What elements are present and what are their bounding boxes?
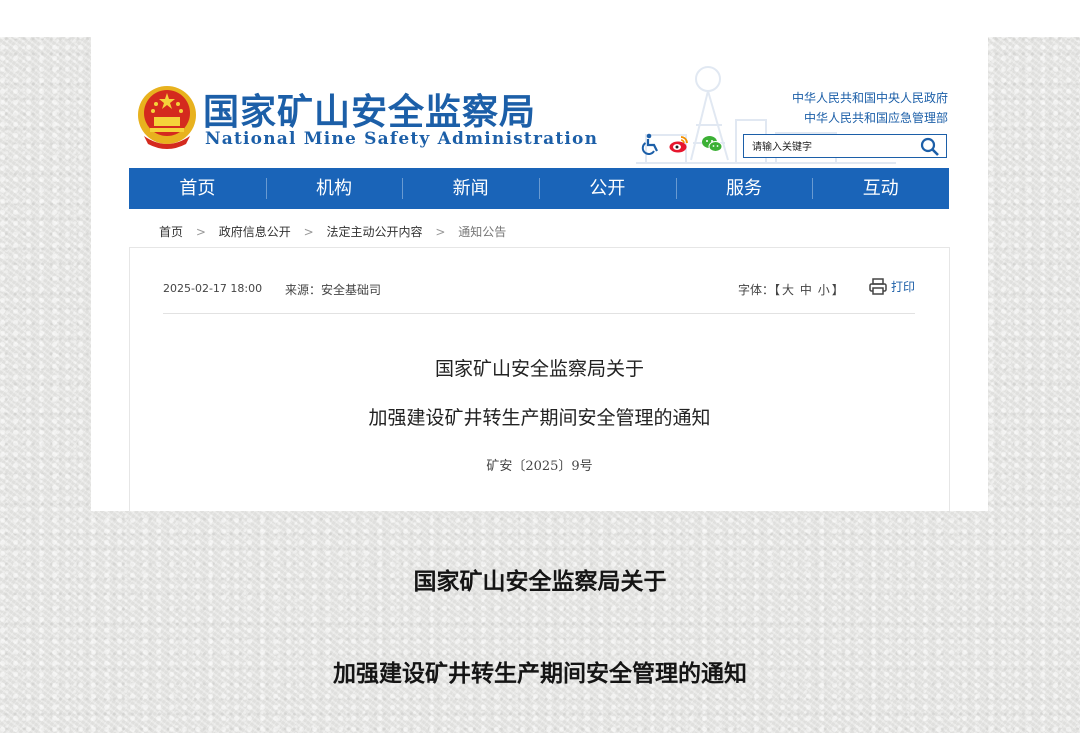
meta-divider (163, 313, 915, 314)
breadcrumb: 首页 > 政府信息公开 > 法定主动公开内容 > 通知公告 (159, 223, 506, 240)
font-size-end: 】 (831, 283, 844, 297)
top-strip (0, 0, 1080, 37)
caption-title-line2: 加强建设矿井转生产期间安全管理的通知 (333, 660, 747, 687)
print-label: 打印 (891, 280, 916, 294)
font-size-label: 字体：【 (738, 283, 781, 297)
breadcrumb-current[interactable]: 通知公告 (458, 223, 506, 240)
nav-interaction[interactable]: 互动 (812, 168, 949, 209)
national-emblem-logo (138, 86, 196, 149)
print-button[interactable]: 打印 (869, 278, 915, 295)
article-title-line1: 国家矿山安全监察局关于 (434, 358, 644, 380)
article-panel: 2025-02-17 18:00 来源：安全基础司 字体：【大 中 小】 打印 … (129, 247, 950, 511)
nav-organization[interactable]: 机构 (265, 168, 403, 209)
site-title-cn: 国家矿山安全监察局 (203, 91, 537, 133)
main-nav-bar: 首页 机构 新闻 公开 服务 互动 (129, 168, 949, 209)
printer-icon (869, 278, 887, 295)
breadcrumb-gov-info[interactable]: 政府信息公开 (219, 223, 291, 240)
caption-title-line1: 国家矿山安全监察局关于 (413, 568, 667, 595)
search-input[interactable] (744, 136, 917, 159)
document-number: 矿安〔2025〕9号 (486, 459, 593, 474)
search-box (743, 134, 947, 159)
breadcrumb-statutory[interactable]: 法定主动公开内容 (326, 223, 422, 240)
gov-link-central[interactable]: 中华人民共和国中央人民政府 (792, 89, 948, 106)
nav-disclosure[interactable]: 公开 (539, 168, 676, 209)
breadcrumb-home[interactable]: 首页 (159, 223, 183, 240)
nav-services[interactable]: 服务 (675, 168, 813, 209)
article-title-line2: 加强建设矿井转生产期间安全管理的通知 (368, 407, 711, 429)
breadcrumb-separator: > (195, 225, 206, 239)
weibo-icon[interactable] (668, 133, 690, 155)
article-date: 2025-02-17 18:00 (163, 282, 263, 295)
accessibility-icon[interactable] (640, 133, 662, 155)
site-title-en: National Mine Safety Administration (205, 129, 599, 149)
font-size-control: 字体：【大 中 小】 (737, 281, 845, 298)
webpage-screenshot-card: 国家矿山安全监察局 National Mine Safety Administr… (91, 37, 988, 511)
nav-home[interactable]: 首页 (129, 168, 266, 209)
font-size-small[interactable]: 小 (818, 283, 830, 297)
font-size-medium[interactable]: 中 (800, 283, 812, 297)
gov-link-emergency[interactable]: 中华人民共和国应急管理部 (804, 109, 948, 126)
article-source: 来源：安全基础司 (285, 283, 382, 297)
breadcrumb-separator: > (435, 225, 446, 239)
breadcrumb-separator: > (303, 225, 314, 239)
font-size-large[interactable]: 大 (782, 283, 794, 297)
wechat-icon[interactable] (701, 133, 723, 155)
search-icon[interactable] (920, 137, 940, 157)
nav-news[interactable]: 新闻 (402, 168, 539, 209)
